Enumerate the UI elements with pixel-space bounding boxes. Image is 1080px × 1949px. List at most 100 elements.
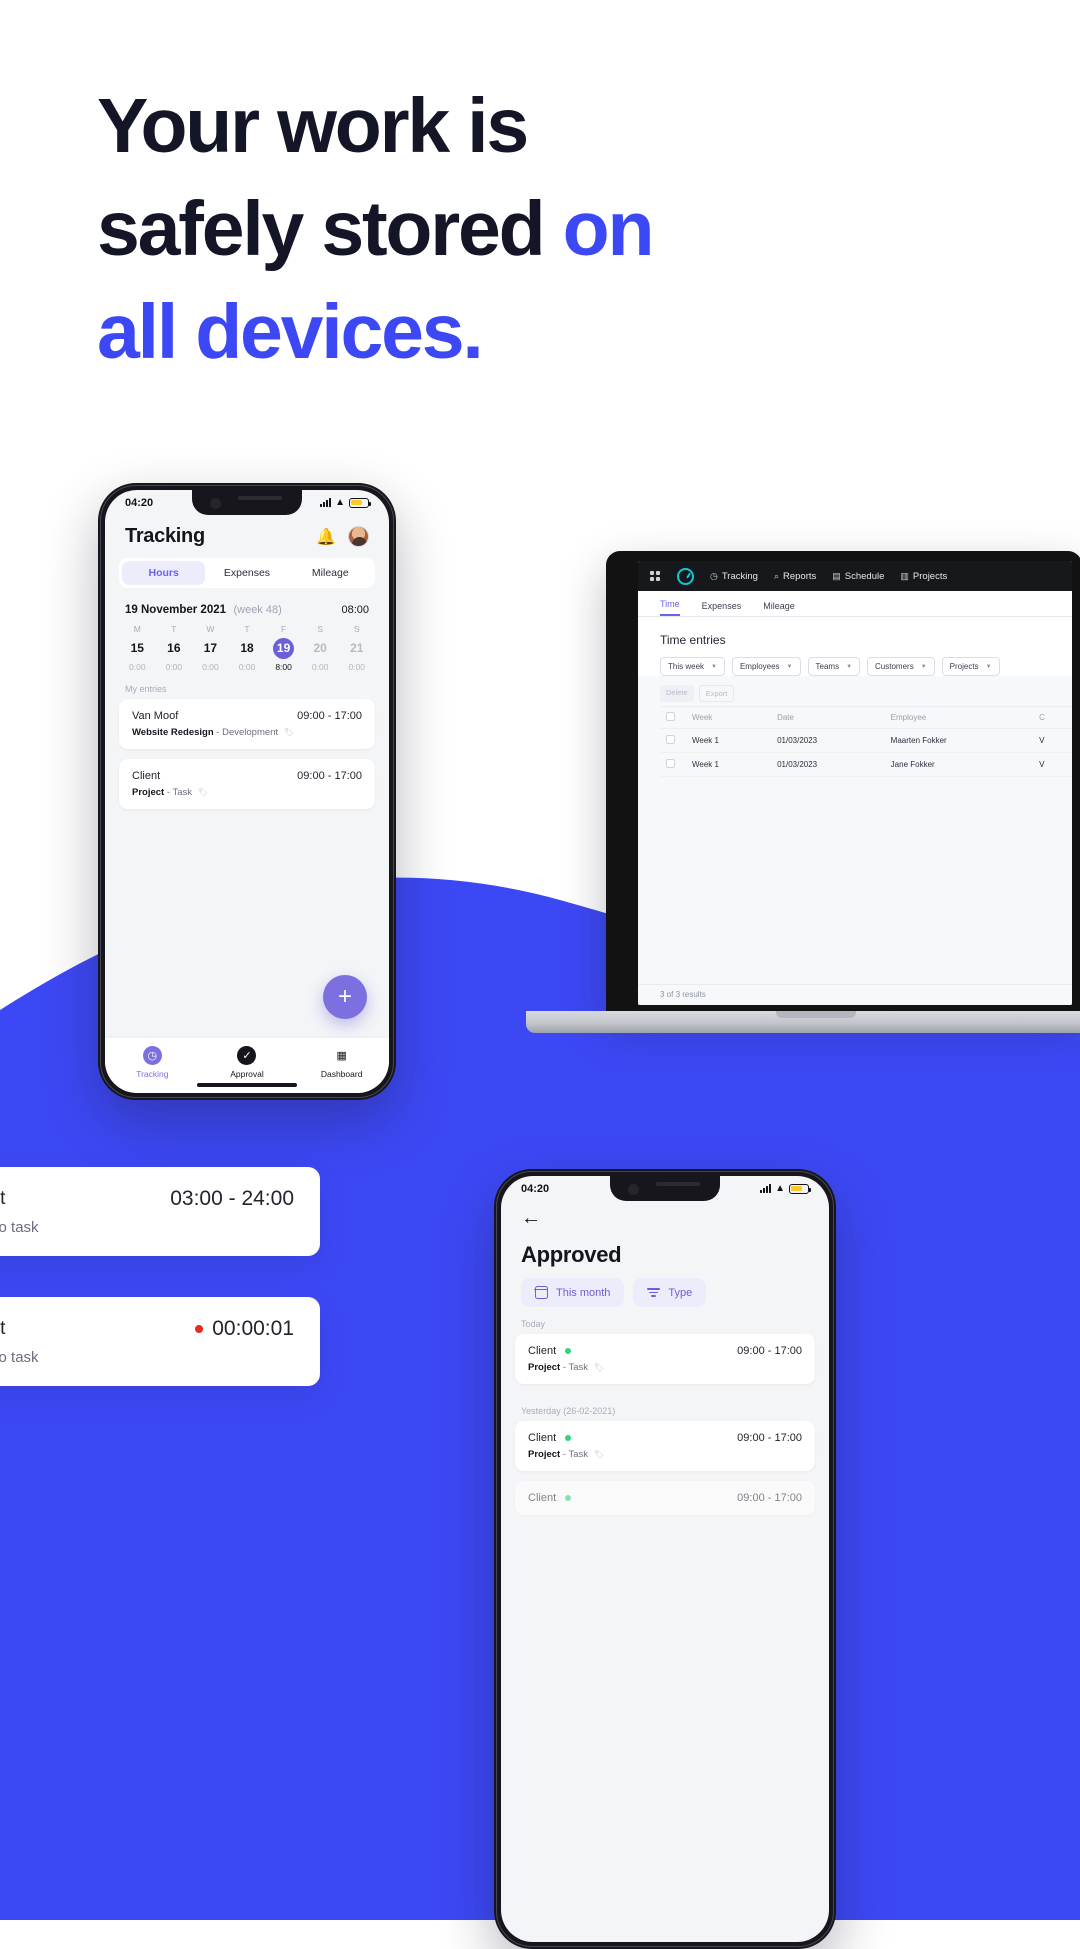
topnav-item-reports[interactable]: ⌕ Reports [774,571,816,582]
day-hours: 0:00 [311,662,329,672]
filter-pills[interactable]: This month Type [501,1268,829,1307]
day-number[interactable]: 20 [310,638,331,659]
filter-employees[interactable]: Employees ▼ [731,657,801,676]
bell-icon[interactable]: 🔔 [316,527,336,547]
checkbox-icon[interactable] [666,759,675,768]
signal-bars-icon [319,498,332,507]
avatar[interactable] [348,526,369,547]
week-day-cell[interactable]: T 16 0:00 [156,624,193,672]
tab-approval[interactable]: ✓ Approval [200,1046,294,1079]
page-title: Time entries [660,633,726,647]
filter-teams[interactable]: Teams ▼ [807,657,861,676]
week-strip[interactable]: M 15 0:00 T 16 0:00 W 17 0:00 T 18 0:00 … [105,622,389,672]
briefcase-icon: ▥ [900,570,909,581]
col-week: Week [686,706,772,729]
entry-client-label: Client [528,1492,557,1504]
filter-projects[interactable]: Projects ▼ [941,657,1000,676]
floating-entry-card[interactable]: client 03:00 - 24:00 ct - No task [0,1167,320,1256]
week-day-cell[interactable]: S 21 0:00 [338,624,375,672]
day-number[interactable]: 15 [127,638,148,659]
pill-label: Type [668,1286,693,1299]
chevron-down-icon: ▼ [846,663,853,670]
delete-button[interactable]: Delete [660,685,694,702]
week-day-cell[interactable]: S 20 0:00 [302,624,339,672]
entry-time: 09:00 - 17:00 [737,1345,802,1357]
day-number[interactable]: 19 [273,638,295,659]
card-time-running: 00:00:01 [195,1317,294,1341]
tab-label: Approval [230,1069,264,1079]
day-number[interactable]: 21 [346,638,367,659]
week-day-cell[interactable]: M 15 0:00 [119,624,156,672]
app-subtabs[interactable]: Time Expenses Mileage [638,591,1072,617]
card-timer-value: 00:00:01 [212,1317,294,1340]
entry-task: Task [568,1449,589,1460]
back-arrow-icon[interactable]: ← [501,1201,829,1230]
day-number[interactable]: 17 [200,638,221,659]
topnav-label: Projects [912,570,948,582]
tab-tracking[interactable]: ◷ Tracking [105,1046,199,1079]
export-button[interactable]: Export [698,685,735,702]
filter-label: Employees [739,662,780,671]
topnav-item-schedule[interactable]: ▤ Schedule [832,571,884,582]
segment-mileage[interactable]: Mileage [289,561,372,585]
status-time: 04:20 [125,496,154,509]
filter-customers[interactable]: Customers ▼ [867,657,935,676]
week-day-cell[interactable]: T 18 0:00 [229,624,266,672]
select-all-header[interactable] [660,706,686,729]
tab-label: Tracking [136,1069,169,1079]
cell-customer: V [1033,728,1072,753]
filter-this-month[interactable]: This month [521,1278,625,1307]
tab-mileage[interactable]: Mileage [763,601,795,616]
list-item[interactable]: Van Moof 09:00 - 17:00 Website Redesign … [119,699,375,749]
topnav-label: Reports [782,570,817,582]
floating-entry-card-running[interactable]: client 00:00:01 ct - No task [0,1297,320,1386]
tab-dashboard[interactable]: ▦ Dashboard [295,1046,389,1079]
segment-hours[interactable]: Hours [122,561,206,585]
week-day-cell-selected[interactable]: F 19 8:00 [265,624,302,672]
topnav-item-tracking[interactable]: ◷ Tracking [710,571,758,582]
row-checkbox[interactable] [660,728,686,753]
cell-week: Week 1 [686,728,772,753]
tab-label: Dashboard [320,1069,363,1079]
add-entry-button[interactable]: + [323,975,367,1019]
list-item[interactable]: Client 09:00 - 17:00 Project - Task 🏷 [119,759,375,809]
filter-type[interactable]: Type [633,1278,707,1307]
card-client: client [0,1318,6,1339]
segmented-control[interactable]: Hours Expenses Mileage [119,558,375,588]
time-entries-table: Week Date Employee C Week 1 01/03/2023 M… [660,706,1072,777]
grid-icon[interactable] [650,570,661,582]
table-actions[interactable]: Delete Export [660,685,1072,702]
list-item[interactable]: Client 09:00 - 17:00 Project - Task 🏷 [515,1421,815,1471]
list-item[interactable]: Client 09:00 - 17:00 [515,1481,815,1515]
entry-project: Website Redesign [132,727,214,738]
cell-date: 01/03/2023 [771,728,885,753]
checkbox-icon[interactable] [666,712,675,721]
entry-time: 09:00 - 17:00 [737,1432,802,1444]
tag-icon: 🏷 [197,788,208,797]
tab-expenses[interactable]: Expenses [702,601,742,616]
hero-headline: Your work is safely stored on all device… [97,75,797,384]
row-checkbox[interactable] [660,752,686,777]
tag-icon: 🏷 [283,728,294,737]
table-row[interactable]: Week 1 01/03/2023 Jane Fokker V [660,752,1072,777]
entry-project: Project [132,787,165,798]
checkbox-icon[interactable] [666,735,675,744]
chevron-down-icon: ▼ [985,663,992,670]
segment-expenses[interactable]: Expenses [205,561,288,585]
week-day-cell[interactable]: W 17 0:00 [192,624,229,672]
app-top-navigation[interactable]: ◷ Tracking ⌕ Reports ▤ Schedule ▥ Projec… [638,561,1072,591]
filter-icon [647,1288,661,1297]
col-date: Date [771,706,885,729]
topnav-item-projects[interactable]: ▥ Projects [900,571,947,582]
filter-row[interactable]: This week ▼ Employees ▼ Teams ▼ Customers ▼ … [660,657,1050,676]
check-circle-icon: ✓ [237,1046,257,1065]
filter-this-week[interactable]: This week ▼ [660,657,725,676]
table-row[interactable]: Week 1 01/03/2023 Maarten Fokker V [660,728,1072,753]
home-indicator [197,1083,297,1087]
day-number[interactable]: 18 [237,638,258,659]
list-item[interactable]: Client 09:00 - 17:00 Project - Task 🏷 [515,1334,815,1384]
entry-client: Client [528,1492,572,1504]
tab-time[interactable]: Time [660,599,680,616]
day-number[interactable]: 16 [163,638,184,659]
day-hours: 0:00 [129,662,146,672]
